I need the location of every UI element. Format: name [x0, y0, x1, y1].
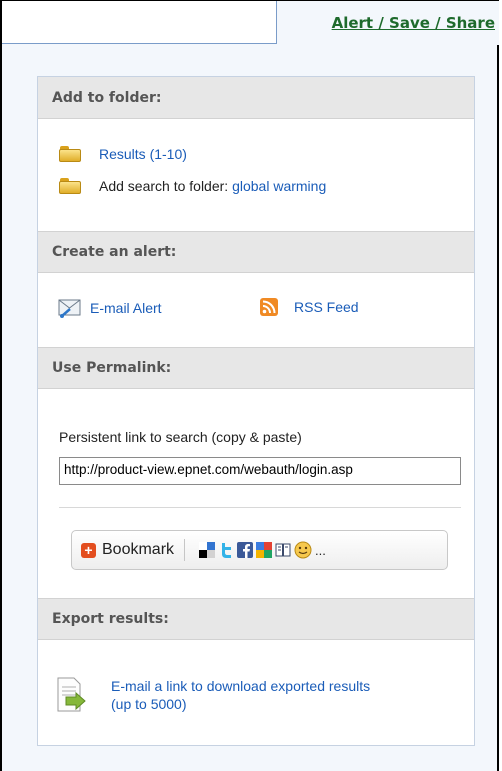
add-search-folder-row: Add search to folder: global warming — [59, 178, 326, 194]
section-heading-create-alert: Create an alert: — [38, 231, 474, 273]
folder-icon — [59, 146, 81, 162]
email-alert-link[interactable]: E-mail Alert — [90, 300, 162, 316]
bookmark-more[interactable]: ... — [315, 543, 326, 558]
bookmark-plus-icon: + — [81, 542, 96, 558]
permalink-url-field[interactable]: http://product-view.epnet.com/webauth/lo… — [59, 457, 461, 485]
rss-icon — [260, 298, 278, 316]
bookmark-separator — [184, 539, 186, 561]
tab-bar: Alert / Save / Share — [2, 1, 499, 45]
google-icon[interactable] — [256, 542, 273, 558]
add-search-label: Add search to folder: — [99, 178, 229, 194]
book-icon[interactable] — [275, 542, 291, 558]
export-document-icon — [56, 677, 86, 713]
bookmark-label[interactable]: Bookmark — [102, 541, 174, 559]
delicious-icon[interactable] — [199, 542, 216, 558]
bookmark-widget[interactable]: + Bookmark ... — [71, 530, 448, 570]
divider — [59, 507, 461, 508]
export-link-line2[interactable]: (up to 5000) — [111, 696, 187, 712]
alert-save-share-panel: Alert / Save / Share Add to folder: Resu… — [0, 0, 499, 771]
tab-alert-save-share[interactable]: Alert / Save / Share — [277, 1, 499, 45]
rss-feed-link[interactable]: RSS Feed — [294, 299, 359, 315]
section-heading-add-to-folder: Add to folder: — [38, 77, 474, 119]
folder-icon — [59, 178, 81, 194]
section-heading-export: Export results: — [38, 598, 474, 640]
email-alert-row[interactable]: E-mail Alert — [58, 298, 162, 318]
permalink-label: Persistent link to search (copy & paste) — [59, 429, 302, 445]
results-folder-row[interactable]: Results (1-10) — [59, 146, 187, 162]
export-email-link[interactable]: E-mail a link to download exported resul… — [111, 677, 370, 713]
permalink-label-text: Persistent link to search (copy & paste) — [59, 429, 302, 445]
results-link[interactable]: Results (1-10) — [99, 146, 187, 162]
options-box: Add to folder: Results (1-10) Add search… — [37, 76, 475, 746]
section-heading-permalink: Use Permalink: — [38, 347, 474, 389]
export-row[interactable]: E-mail a link to download exported resul… — [56, 677, 370, 713]
export-link-line1[interactable]: E-mail a link to download exported resul… — [111, 678, 370, 694]
tab-inactive-area — [2, 1, 277, 44]
rss-feed-row[interactable]: RSS Feed — [260, 298, 359, 316]
facebook-icon[interactable] — [237, 542, 254, 558]
tab-alert-save-share-link[interactable]: Alert / Save / Share — [332, 14, 495, 32]
email-alert-icon — [58, 298, 82, 318]
smiley-icon[interactable] — [294, 541, 312, 559]
twitter-icon[interactable] — [218, 542, 234, 558]
add-search-term-link[interactable]: global warming — [232, 178, 326, 194]
